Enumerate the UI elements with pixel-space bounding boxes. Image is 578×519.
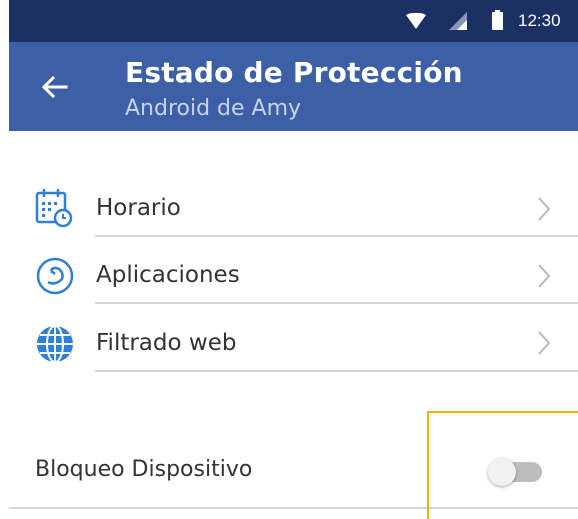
chevron-right-icon — [538, 331, 551, 355]
back-arrow-icon[interactable] — [39, 72, 69, 102]
divider — [95, 370, 578, 372]
divider — [95, 302, 578, 304]
divider — [95, 235, 578, 237]
app-bar: Estado de Protección Android de Amy — [9, 42, 578, 131]
toggle-thumb — [488, 458, 516, 486]
menu-item-apps[interactable]: Aplicaciones — [0, 243, 578, 309]
chevron-right-icon — [538, 197, 551, 221]
divider — [9, 507, 578, 509]
page-title: Estado de Protección — [125, 56, 463, 89]
device-subtitle: Android de Amy — [125, 96, 302, 121]
clock-time: 12:30 — [518, 11, 561, 30]
menu-item-label: Filtrado web — [96, 330, 237, 356]
battery-icon — [492, 10, 503, 30]
menu-item-web-filter[interactable]: Filtrado web — [0, 310, 578, 376]
menu-item-schedule[interactable]: Horario — [0, 176, 578, 242]
status-bar: 12:30 — [9, 0, 578, 42]
signal-icon — [449, 12, 467, 30]
device-lock-label: Bloqueo Dispositivo — [35, 457, 253, 482]
chevron-right-icon — [538, 264, 551, 288]
menu-item-label: Aplicaciones — [96, 262, 240, 288]
apps-icon — [36, 257, 74, 295]
globe-icon — [37, 325, 73, 363]
wifi-icon — [406, 13, 426, 29]
menu-item-label: Horario — [96, 195, 181, 221]
calendar-clock-icon — [35, 189, 73, 228]
device-lock-toggle[interactable] — [488, 458, 542, 486]
